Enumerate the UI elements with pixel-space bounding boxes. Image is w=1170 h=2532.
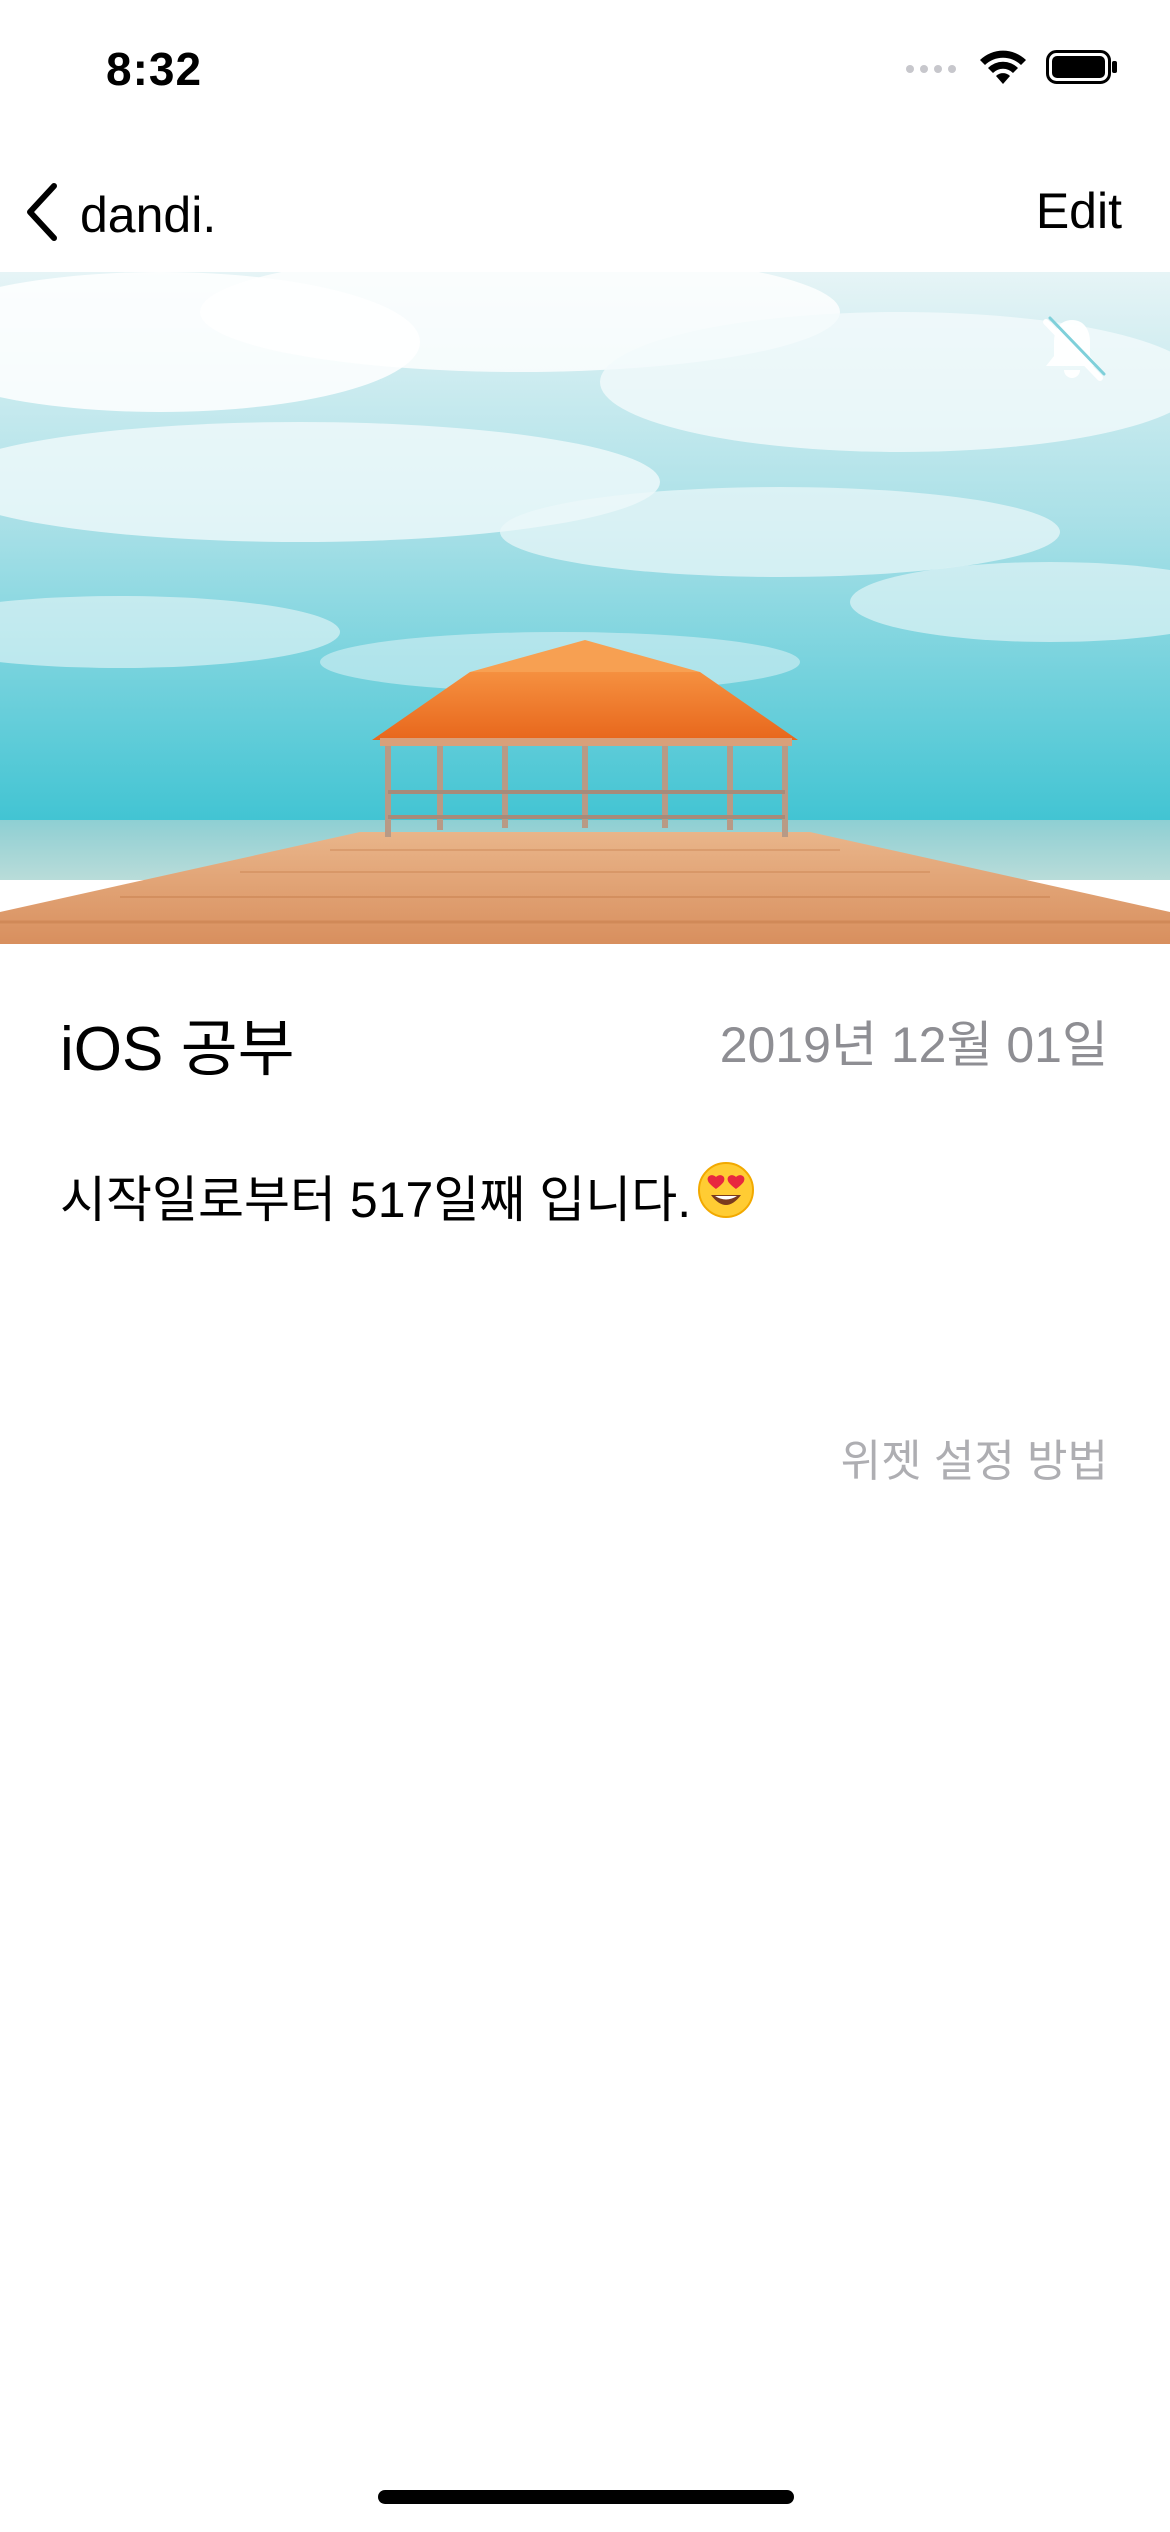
edit-button[interactable]: Edit: [1036, 182, 1122, 240]
day-count-message: 시작일로부터 517일째 입니다.: [60, 1160, 755, 1232]
status-icons: [904, 48, 1118, 91]
bell-slash-icon: [1036, 312, 1108, 384]
notification-toggle-button[interactable]: [1036, 312, 1108, 384]
home-indicator[interactable]: [378, 2490, 794, 2504]
status-time: 8:32: [106, 43, 203, 95]
start-date: 2019년 12월 01일: [719, 1017, 1108, 1073]
day-count-text: 시작일로부터 517일째 입니다.: [60, 1172, 692, 1228]
navigation-bar: dandi. Edit: [0, 160, 1170, 270]
beach-pavilion-illustration: [0, 272, 1170, 944]
wifi-icon: [978, 48, 1028, 91]
cellular-signal-icon: [904, 57, 960, 82]
back-button-label: dandi.: [80, 186, 217, 243]
heart-eyes-emoji-icon: [697, 1161, 755, 1231]
chevron-left-icon: [24, 182, 60, 247]
back-button[interactable]: dandi.: [24, 182, 216, 247]
item-title: iOS 공부: [60, 1015, 295, 1084]
widget-setup-guide-link[interactable]: 위젯 설정 방법: [841, 1425, 1108, 1489]
status-bar: 8:32: [0, 0, 1170, 150]
battery-icon: [1046, 50, 1118, 89]
hero-image: [0, 272, 1170, 944]
